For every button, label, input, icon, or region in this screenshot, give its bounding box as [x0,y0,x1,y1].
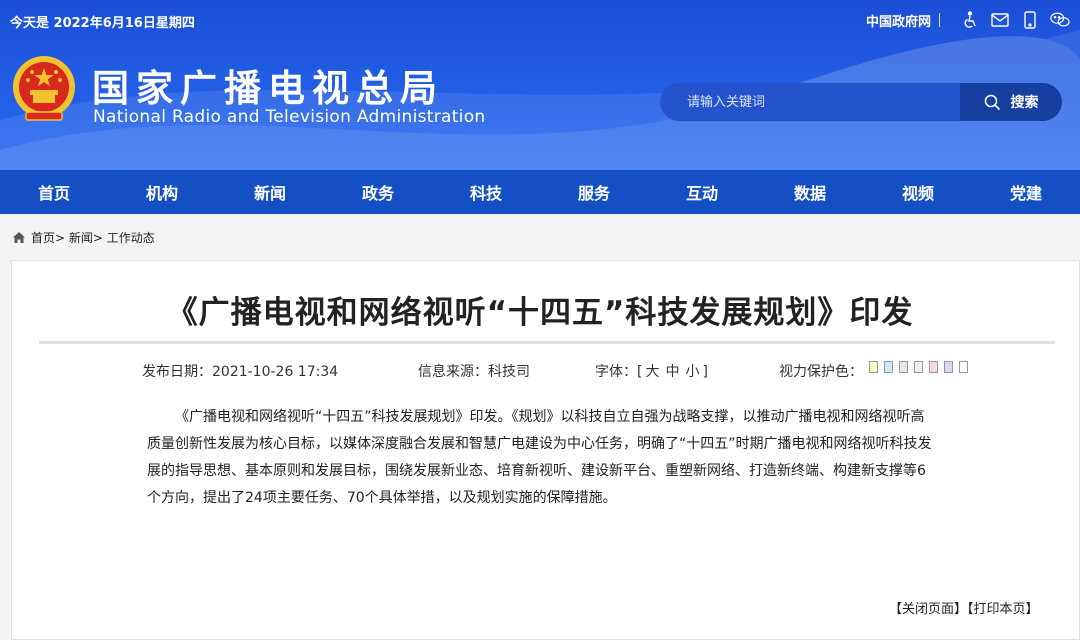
eye-care-swatches [869,361,974,373]
search-icon [984,94,1000,110]
info-source: 信息来源：科技司 [418,364,530,380]
title-divider [39,341,1055,344]
nav-item-services[interactable]: 服务 [540,170,648,214]
site-title-english: National Radio and Television Administra… [93,107,486,127]
breadcrumb-work-updates[interactable]: 工作动态 [107,229,155,246]
national-emblem-logo[interactable] [10,54,78,124]
accessibility-icon[interactable] [960,10,980,30]
site-header: 今天是 2022年6月16日星期四 中国政府网 国家广播电视总局 Nationa… [0,0,1080,170]
eye-care-swatch-white[interactable] [959,361,968,373]
site-title: 国家广播电视总局 [92,66,444,110]
font-size-suffix: ] [702,364,708,380]
article-actions: 【关闭页面】【打印本页】 [889,598,1039,617]
eye-care-swatch-gray[interactable] [899,361,908,373]
nav-item-video[interactable]: 视频 [864,170,972,214]
nav-item-news[interactable]: 新闻 [216,170,324,214]
font-size-large[interactable]: 大 [645,364,659,380]
top-links: 中国政府网 [866,10,1070,30]
nav-item-organization[interactable]: 机构 [108,170,216,214]
search-box: 搜索 [660,83,1062,121]
print-page-link[interactable]: 【打印本页】 [967,602,1039,617]
font-size-small[interactable]: 小 [685,364,699,380]
nav-item-party-building[interactable]: 党建 [972,170,1080,214]
home-icon[interactable] [12,231,26,244]
nav-item-interaction[interactable]: 互动 [648,170,756,214]
divider [939,13,940,27]
breadcrumb-home[interactable]: 首页> [31,229,65,246]
nav-item-government-affairs[interactable]: 政务 [324,170,432,214]
eye-care-swatch-yellow[interactable] [869,361,878,373]
font-size-prefix: 字体：[ [595,364,643,380]
article-title: 《广播电视和网络视听“十四五”科技发展规划》印发 [166,295,914,331]
search-button-label: 搜索 [1010,95,1039,111]
eye-care-label: 视力保护色： [779,364,863,380]
current-date: 今天是 2022年6月16日星期四 [10,16,195,31]
eye-care-swatch-light-gray[interactable] [914,361,923,373]
article-body: 《广播电视和网络视听“十四五”科技发展规划》印发。《规划》以科技自立自强为战略支… [147,409,932,506]
font-size-medium[interactable]: 中 [665,364,679,380]
close-page-link[interactable]: 【关闭页面】 [889,602,967,617]
wechat-icon[interactable] [1050,10,1070,30]
eye-care-swatch-pink[interactable] [929,361,938,373]
font-size-control: 字体：[大中小] [595,361,708,381]
publish-date: 发布日期：2021-10-26 17:34 [142,364,339,380]
eye-care-swatch-purple[interactable] [944,361,953,373]
top-bar: 今天是 2022年6月16日星期四 中国政府网 [10,10,1070,31]
breadcrumb: 首页> 新闻> 工作动态 [12,229,155,246]
breadcrumb-news[interactable]: 新闻> [69,229,103,246]
mail-icon[interactable] [990,10,1010,30]
eye-care-swatch-blue[interactable] [884,361,893,373]
nav-item-home[interactable]: 首页 [0,170,108,214]
mobile-icon[interactable] [1020,10,1040,30]
search-button[interactable]: 搜索 [960,83,1062,121]
gov-portal-link[interactable]: 中国政府网 [866,11,931,30]
search-input[interactable] [660,83,960,121]
nav-item-technology[interactable]: 科技 [432,170,540,214]
main-nav: 首页 机构 新闻 政务 科技 服务 互动 数据 视频 党建 [0,170,1080,214]
nav-item-data[interactable]: 数据 [756,170,864,214]
